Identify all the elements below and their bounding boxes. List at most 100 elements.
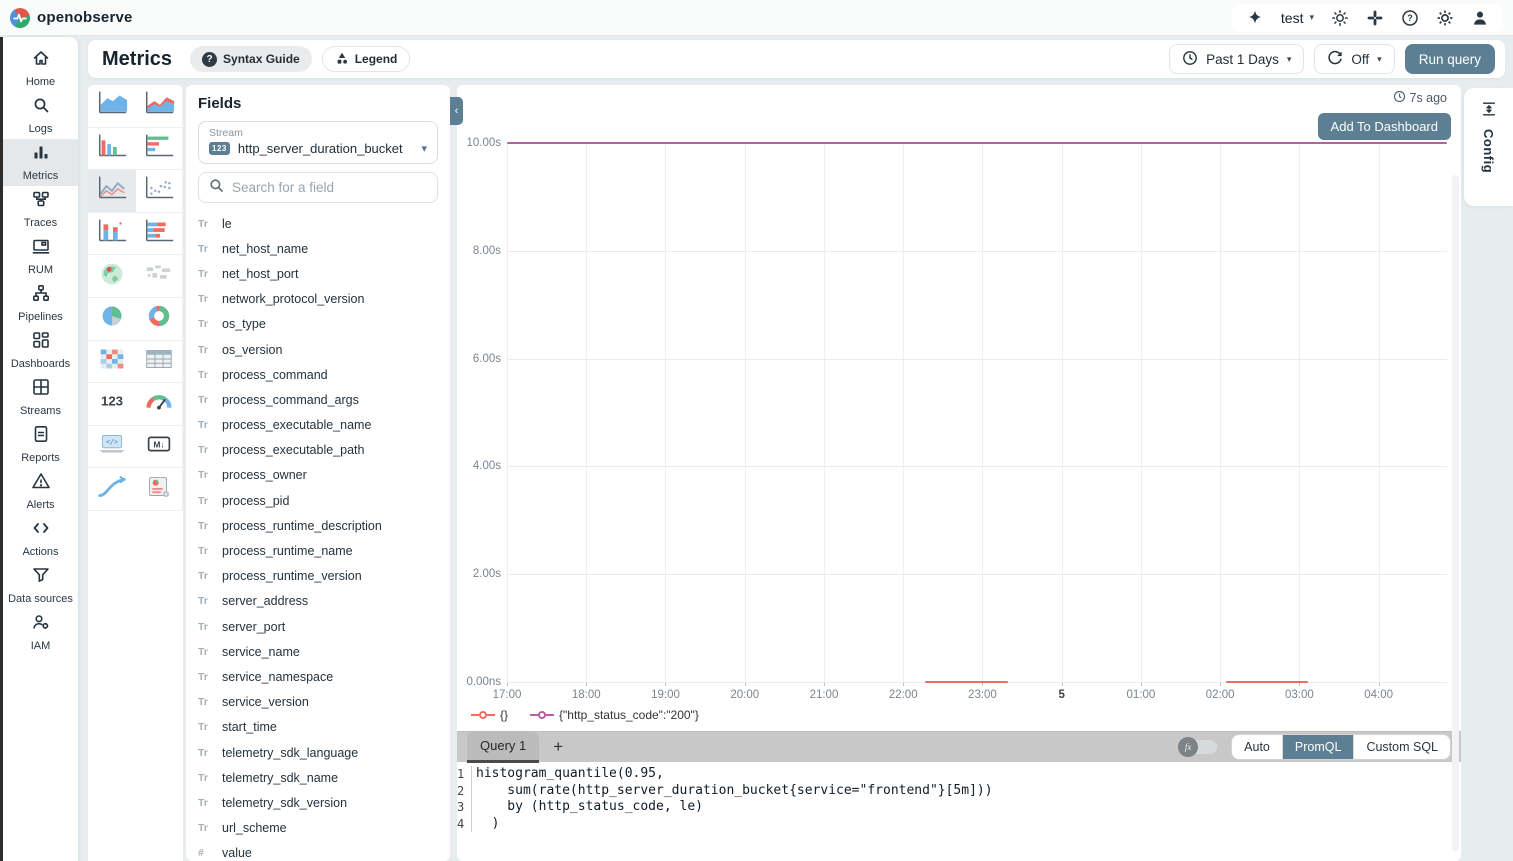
sidebar-item[interactable]: Actions — [3, 515, 78, 562]
bar-chart-icon — [31, 142, 51, 167]
chart-type-cell[interactable] — [136, 298, 184, 341]
field-row[interactable]: Tr process_owner — [198, 463, 438, 488]
field-row[interactable]: Tr url_scheme — [198, 816, 438, 841]
sidebar-item[interactable]: Streams — [3, 374, 78, 421]
field-name: os_version — [222, 343, 282, 357]
run-query-button[interactable]: Run query — [1405, 44, 1495, 74]
syntax-guide-button[interactable]: ? Syntax Guide — [190, 46, 312, 72]
query-mode-button[interactable]: Custom SQL — [1354, 735, 1450, 759]
chart-type-cell[interactable] — [136, 383, 184, 426]
legend-item[interactable]: {} — [471, 708, 508, 722]
field-row[interactable]: Tr telemetry_sdk_language — [198, 740, 438, 765]
field-row[interactable]: Tr process_runtime_description — [198, 513, 438, 538]
field-row[interactable]: Tr service_version — [198, 690, 438, 715]
field-row[interactable]: Tr server_address — [198, 589, 438, 614]
field-row[interactable]: Tr le — [198, 211, 438, 236]
function-toggle[interactable]: fx — [1181, 740, 1217, 754]
time-range-button[interactable]: Past 1 Days ▾ — [1169, 44, 1304, 74]
sidebar-item[interactable]: Dashboards — [3, 327, 78, 374]
legend-item[interactable]: {"http_status_code":"200"} — [530, 708, 699, 722]
chart-type-cell[interactable] — [88, 128, 136, 171]
field-row[interactable]: Tr os_type — [198, 312, 438, 337]
chart-type-cell[interactable] — [88, 213, 136, 256]
add-to-dashboard-button[interactable]: Add To Dashboard — [1318, 113, 1451, 140]
series-line[interactable] — [925, 681, 1008, 683]
collapse-fields-button[interactable]: ‹ — [450, 97, 463, 125]
legend-button[interactable]: Legend — [322, 46, 411, 72]
field-row[interactable]: Tr process_executable_path — [198, 438, 438, 463]
field-row[interactable]: Tr net_host_port — [198, 261, 438, 286]
field-row[interactable]: Tr process_command — [198, 362, 438, 387]
scrollbar-track[interactable] — [1452, 175, 1459, 851]
chart-type-cell[interactable] — [136, 170, 184, 213]
fields-title: Fields — [198, 95, 438, 112]
field-row[interactable]: Tr process_pid — [198, 488, 438, 513]
sidebar-item[interactable]: IAM — [3, 609, 78, 656]
field-row[interactable]: Tr process_runtime_name — [198, 538, 438, 563]
promql-editor[interactable]: 1 histogram_quantile(0.95, 2 sum(rate(ht… — [457, 763, 1461, 855]
series-line[interactable] — [1226, 681, 1308, 683]
field-row[interactable]: Tr telemetry_sdk_version — [198, 790, 438, 815]
chart-type-cell[interactable] — [136, 468, 184, 511]
field-search-input[interactable] — [232, 180, 427, 195]
slack-icon[interactable] — [1366, 9, 1384, 27]
x-axis-label: 21:00 — [810, 689, 839, 701]
auto-refresh-button[interactable]: Off ▾ — [1314, 44, 1394, 74]
brand[interactable]: openobserve — [10, 8, 133, 28]
settings-gear-icon[interactable] — [1436, 9, 1454, 27]
chart-type-cell[interactable] — [88, 298, 136, 341]
sidebar-item[interactable]: Alerts — [3, 468, 78, 515]
org-selector[interactable]: test ▾ — [1281, 10, 1314, 26]
sidebar-item[interactable]: Pipelines — [3, 280, 78, 327]
chart-type-cell[interactable] — [88, 85, 136, 128]
profile-icon[interactable] — [1471, 9, 1489, 27]
field-search[interactable] — [198, 172, 438, 203]
chart-type-cell[interactable] — [136, 85, 184, 128]
chart-type-cell[interactable] — [88, 170, 136, 213]
chart-type-cell[interactable]: 123 — [88, 383, 136, 426]
query-mode-button[interactable]: Auto — [1232, 735, 1283, 759]
field-row[interactable]: Tr telemetry_sdk_name — [198, 765, 438, 790]
add-query-tab-button[interactable]: + — [553, 737, 563, 757]
fields-panel: Fields Stream 123 http_server_duration_b… — [186, 85, 450, 861]
field-row[interactable]: Tr process_command_args — [198, 387, 438, 412]
sidebar-item[interactable]: RUM — [3, 233, 78, 280]
query-tab[interactable]: Query 1 — [467, 732, 539, 763]
chart-type-cell[interactable] — [136, 255, 184, 298]
field-type-icon: Tr — [198, 721, 213, 733]
field-row[interactable]: Tr process_executable_name — [198, 413, 438, 438]
field-row[interactable]: # value — [198, 841, 438, 861]
chart-type-cell[interactable] — [88, 255, 136, 298]
chart-type-cell[interactable] — [88, 341, 136, 384]
theme-light-icon[interactable] — [1331, 9, 1349, 27]
help-icon[interactable]: ? — [1401, 9, 1419, 27]
chart-type-cell[interactable] — [136, 213, 184, 256]
query-mode-button[interactable]: PromQL — [1283, 735, 1355, 759]
stream-select[interactable]: Stream 123 http_server_duration_bucket ▾ — [198, 121, 438, 164]
scatter-chart-icon — [142, 174, 176, 207]
field-row[interactable]: Tr start_time — [198, 715, 438, 740]
field-row[interactable]: Tr service_namespace — [198, 664, 438, 689]
chart-type-cell[interactable] — [136, 341, 184, 384]
sidebar-item[interactable]: Logs — [3, 92, 78, 139]
field-row[interactable]: Tr net_host_name — [198, 236, 438, 261]
field-row[interactable]: Tr network_protocol_version — [198, 287, 438, 312]
chart-type-cell[interactable]: M↓ — [136, 426, 184, 469]
chart-type-cell[interactable] — [136, 128, 184, 171]
field-row[interactable]: Tr server_port — [198, 614, 438, 639]
config-tab[interactable]: Config — [1464, 88, 1513, 206]
chart-type-cell[interactable]: </> — [88, 426, 136, 469]
series-line[interactable] — [507, 142, 1447, 144]
field-row[interactable]: Tr process_runtime_version — [198, 564, 438, 589]
sidebar-item[interactable]: Data sources — [3, 562, 78, 609]
sidebar-item[interactable]: Home — [3, 45, 78, 92]
field-list: Tr le Tr net_host_name Tr net_host_port … — [198, 211, 438, 861]
chart-type-cell[interactable] — [88, 468, 136, 511]
ai-sparkle-icon[interactable] — [1246, 9, 1264, 27]
sidebar-item[interactable]: Metrics — [3, 139, 78, 186]
field-row[interactable]: Tr os_version — [198, 337, 438, 362]
field-row[interactable]: Tr service_name — [198, 639, 438, 664]
sidebar-item[interactable]: Reports — [3, 421, 78, 468]
sidebar-item[interactable]: Traces — [3, 186, 78, 233]
plot-area[interactable]: 17:0018:0019:0020:0021:0022:0023:00501:0… — [507, 143, 1447, 682]
